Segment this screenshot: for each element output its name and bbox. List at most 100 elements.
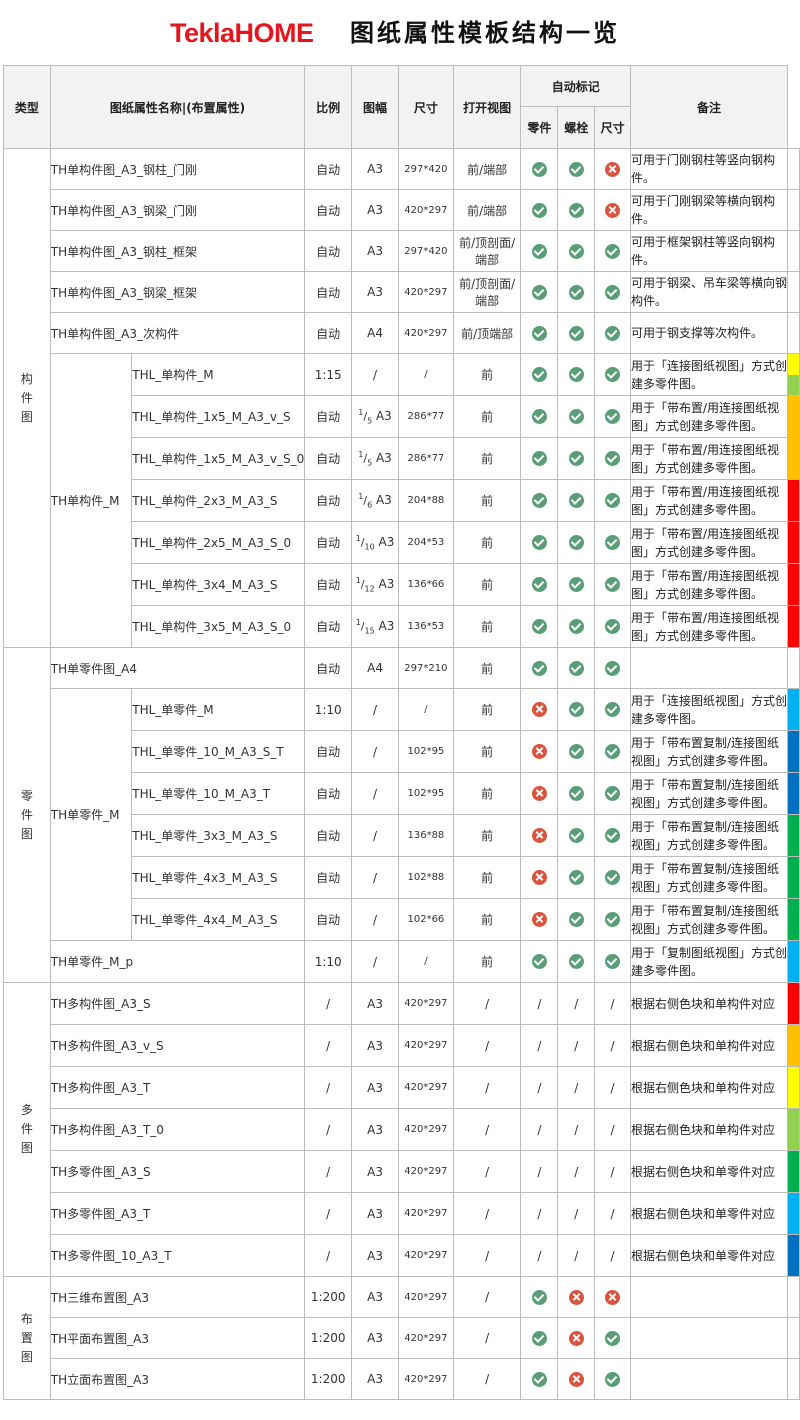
color-chip-cell xyxy=(787,772,800,815)
format-value: 1/10 A3 xyxy=(351,521,399,564)
part-mark xyxy=(520,1358,559,1400)
dim-mark xyxy=(594,271,631,313)
ratio-value: 自动 xyxy=(304,605,353,648)
check-icon xyxy=(568,702,584,717)
size-value: / xyxy=(397,353,454,396)
bolt-mark xyxy=(557,856,596,899)
format-value: 1/12 A3 xyxy=(351,563,399,606)
bolt-mark xyxy=(557,353,596,396)
table-row: TH立面布置图_A3 1:200 A3 420*297/ xyxy=(4,1358,800,1400)
check-icon xyxy=(531,1330,547,1346)
color-chip-cell xyxy=(787,312,800,354)
note-text: 用于「连接图纸视图」方式创建多零件图。 xyxy=(629,353,789,396)
format-value: / xyxy=(351,898,399,941)
bolt-mark: / xyxy=(557,1024,596,1067)
check-icon xyxy=(531,202,547,218)
view-value: 前 xyxy=(452,772,522,815)
template-name: TH多零件图_A3_T xyxy=(49,1192,306,1235)
view-value: 前 xyxy=(452,688,522,731)
table-row: 布置图 TH三维布置图_A3 1:200 A3 420*297/ xyxy=(3,1276,800,1400)
size-value: 420*297 xyxy=(397,1234,454,1277)
template-table: 类型 图纸属性名称|(布置属性) 比例 图幅 尺寸 打开视图 自动标记 备注 零… xyxy=(3,65,800,1400)
template-name: THL_单构件_2x5_M_A3_S_0 xyxy=(131,521,306,564)
bolt-mark xyxy=(557,1276,596,1318)
template-name: THL_单构件_1x5_M_A3_v_S_0 xyxy=(131,437,306,480)
check-icon xyxy=(605,702,621,717)
check-icon xyxy=(531,619,547,634)
color-chip-cell xyxy=(787,437,800,480)
view-value: 前 xyxy=(452,940,522,983)
template-name: THL_单构件_2x3_M_A3_S xyxy=(131,479,306,522)
cross-icon xyxy=(605,202,621,218)
color-chip-cell xyxy=(787,730,800,773)
part-mark xyxy=(520,148,559,190)
color-chip-cell xyxy=(787,940,800,983)
part-mark: / xyxy=(520,1150,559,1193)
bolt-mark xyxy=(557,479,596,522)
color-chip-cell xyxy=(787,1276,800,1318)
bolt-mark: / xyxy=(557,1108,596,1151)
table-row: TH多构件图_A3_T / A3 420*297// / / 根据右侧色块和单构件对应 xyxy=(4,1066,800,1109)
check-icon xyxy=(568,828,584,843)
note-text: 用于「带布置/用连接图纸视图」方式创建多零件图。 xyxy=(629,395,789,438)
color-chip-cell xyxy=(787,563,800,606)
check-icon xyxy=(605,744,621,759)
check-icon xyxy=(531,660,547,676)
check-icon xyxy=(531,325,547,341)
size-value: 420*297 xyxy=(397,1317,454,1359)
cross-icon xyxy=(531,786,547,801)
group-name: TH单零件_M xyxy=(49,688,133,941)
note-text: 根据右侧色块和单构件对应 xyxy=(629,1108,789,1151)
check-icon xyxy=(531,409,547,424)
table-row: TH单构件图_A3_钢梁_门刚 自动 A3 420*297 前/端部 可用于门刚钢梁等横向… xyxy=(4,189,800,231)
note-text: 根据右侧色块和单零件对应 xyxy=(629,1234,789,1277)
view-value: 前 xyxy=(452,605,522,648)
format-value: A3 xyxy=(351,1358,399,1400)
color-chip xyxy=(788,983,799,1024)
view-value: 前 xyxy=(452,814,522,857)
size-value: 420*297 xyxy=(397,1150,454,1193)
cross-icon xyxy=(568,1289,584,1305)
template-name: TH多构件图_A3_S xyxy=(49,982,306,1025)
color-chip xyxy=(788,396,799,437)
color-chip-cell xyxy=(787,1150,800,1193)
size-value: / xyxy=(397,940,454,983)
part-mark xyxy=(520,271,559,313)
check-icon xyxy=(568,577,584,592)
dim-mark xyxy=(594,353,631,396)
template-name: TH单构件图_A3_次构件 xyxy=(49,312,306,354)
template-name: THL_单构件_3x4_M_A3_S xyxy=(131,563,306,606)
section-type: 构件图 xyxy=(3,148,51,648)
color-chip-cell xyxy=(787,647,800,689)
part-mark xyxy=(520,688,559,731)
note-text: 用于「带布置/用连接图纸视图」方式创建多零件图。 xyxy=(629,437,789,480)
page-title: 图纸属性模板结构一览 xyxy=(350,18,620,47)
dim-mark xyxy=(594,1358,631,1400)
cross-icon xyxy=(531,828,547,843)
template-name: THL_单构件_M xyxy=(131,353,306,396)
view-value: 前 xyxy=(452,563,522,606)
brand-logo: TeklaHOME xyxy=(170,18,314,48)
dim-mark xyxy=(594,148,631,190)
cross-icon xyxy=(568,1330,584,1346)
check-icon xyxy=(531,284,547,300)
size-value: 102*95 xyxy=(397,730,454,773)
table-row: 零件图 TH单零件图_A4 自动 A4 297*210 前 xyxy=(3,647,800,983)
part-mark xyxy=(520,312,559,354)
col-dim-header: 尺寸 xyxy=(594,106,631,149)
check-icon xyxy=(568,493,584,508)
ratio-value: 自动 xyxy=(304,814,353,857)
ratio-value: 自动 xyxy=(304,148,353,190)
check-icon xyxy=(605,451,621,466)
check-icon xyxy=(605,243,621,259)
view-value: 前 xyxy=(452,353,522,396)
note-text: 用于「带布置/用连接图纸视图」方式创建多零件图。 xyxy=(629,605,789,648)
view-value: 前/端部 xyxy=(452,148,522,190)
format-value: A3 xyxy=(351,1276,399,1318)
ratio-value: 自动 xyxy=(304,395,353,438)
size-value: 420*297 xyxy=(397,1276,454,1318)
dim-mark xyxy=(594,479,631,522)
table-row: TH单构件图_A3_钢柱_框架 自动 A3 297*420 前/顶剖面/端部 可用于框架钢… xyxy=(4,230,800,272)
template-name: TH单构件图_A3_钢柱_门刚 xyxy=(49,148,306,190)
format-value: 1/5 A3 xyxy=(351,395,399,438)
